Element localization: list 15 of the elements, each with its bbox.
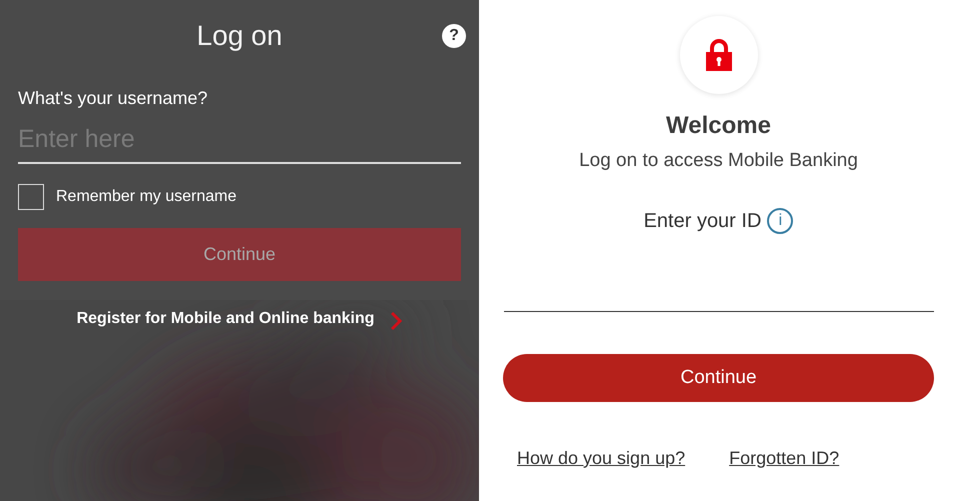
checkbox-label: Remember my username [56,188,236,206]
text-link[interactable]: How do you sign up? [517,448,686,469]
page-title: Log on [196,19,282,53]
chevron-right-icon [390,311,402,331]
subtitle: Log on to access Mobile Banking [579,150,858,172]
checkbox[interactable] [18,184,44,210]
continue-button[interactable]: Continue [503,354,934,402]
text-link[interactable]: Forgotten ID? [729,448,840,469]
padlock-icon [706,39,732,71]
help-button[interactable]: ? [442,24,466,48]
register-link[interactable]: Register for Mobile and Online banking [76,310,374,328]
field-label: Enter your ID [644,210,762,232]
info-button[interactable]: i [767,208,794,234]
field-label: What's your username? [18,88,208,109]
welcome-heading: Welcome [666,112,771,140]
